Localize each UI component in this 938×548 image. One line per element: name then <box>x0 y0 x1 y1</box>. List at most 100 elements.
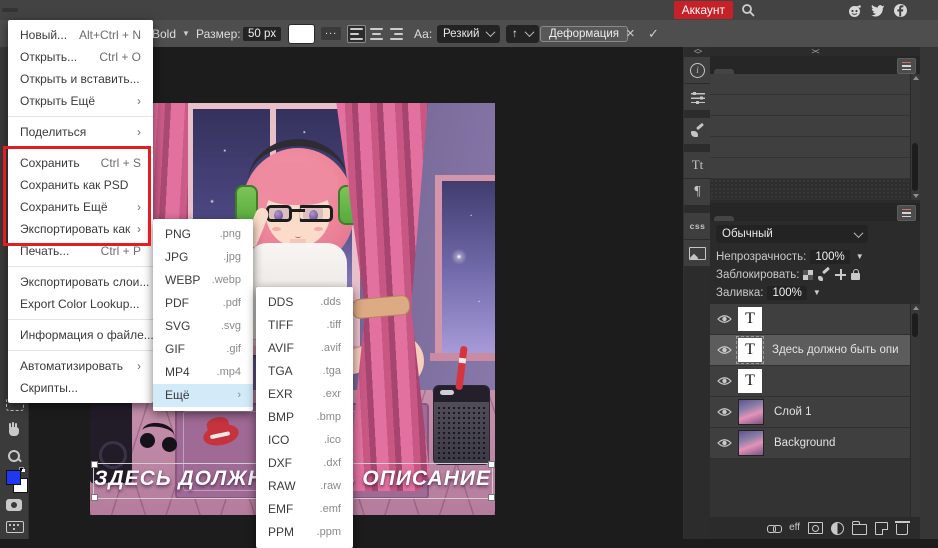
menubar-item[interactable] <box>2 8 18 12</box>
layer-row[interactable]: T <box>710 366 920 397</box>
file-menu-item[interactable]: Скрипты... <box>8 377 153 399</box>
dropdown-arrow-icon[interactable]: ▼ <box>856 252 864 261</box>
history-step[interactable] <box>710 179 920 199</box>
menubar-item[interactable] <box>66 8 82 12</box>
zoom-tool-icon[interactable] <box>6 448 22 464</box>
collapse-panels-handle[interactable]: >< <box>710 47 920 56</box>
align-left-icon[interactable] <box>347 25 366 43</box>
export-format-item[interactable]: JPG .jpg <box>153 246 253 269</box>
menubar-item[interactable] <box>50 8 66 12</box>
confirm-edit-icon[interactable]: ✓ <box>648 20 659 47</box>
panel-strip-icon[interactable] <box>684 84 711 110</box>
keyboard-shortcuts-icon[interactable] <box>6 521 24 533</box>
layer-row[interactable]: T <box>710 304 920 335</box>
reddit-icon[interactable] <box>846 2 862 18</box>
export-format-item[interactable]: ICO .ico <box>256 429 353 452</box>
file-menu-item[interactable]: Новый... Alt+Ctrl + N <box>8 24 153 46</box>
layer-thumbnail[interactable] <box>738 430 764 456</box>
export-format-item[interactable]: DXF .dxf <box>256 452 353 475</box>
history-step[interactable] <box>710 137 920 157</box>
layer-effects-icon[interactable]: eff <box>789 523 800 533</box>
panel-strip-icon[interactable]: i <box>684 57 711 83</box>
new-layer-icon[interactable] <box>875 522 888 535</box>
layer-thumbnail[interactable]: T <box>738 307 762 331</box>
file-menu-item[interactable]: Автоматизировать › <box>8 355 153 377</box>
twitter-icon[interactable] <box>869 2 885 18</box>
hand-tool-icon[interactable] <box>6 422 22 438</box>
panel-tab[interactable] <box>714 216 734 221</box>
layer-mask-icon[interactable] <box>808 522 823 534</box>
export-format-item[interactable]: Ещё › <box>153 384 253 407</box>
menubar-item[interactable] <box>130 8 146 12</box>
export-format-item[interactable]: GIF .gif <box>153 338 253 361</box>
link-layers-icon[interactable] <box>767 524 781 532</box>
export-format-item[interactable]: PPM .ppm <box>256 521 353 544</box>
lock-position-icon[interactable] <box>835 269 846 280</box>
opacity-value[interactable]: 100% <box>810 250 849 264</box>
menubar-link[interactable] <box>763 8 767 12</box>
export-format-item[interactable]: TIFF .tiff <box>256 314 353 337</box>
new-group-icon[interactable] <box>852 524 867 535</box>
file-menu-item[interactable]: Информация о файле... <box>8 324 153 346</box>
file-menu-item[interactable]: Открыть Ещё › <box>8 90 153 112</box>
panel-strip-icon[interactable] <box>684 240 711 266</box>
lock-all-icon[interactable] <box>851 273 860 280</box>
text-orientation-select[interactable]: ↑ <box>506 20 539 47</box>
history-step[interactable] <box>710 74 920 94</box>
facebook-icon[interactable] <box>892 2 908 18</box>
export-format-item[interactable]: RAW .raw <box>256 475 353 498</box>
panel-strip-icon[interactable]: ¶ <box>684 179 711 205</box>
export-format-item[interactable]: PNG .png <box>153 223 253 246</box>
panel-menu-icon[interactable] <box>897 58 916 74</box>
menubar-item[interactable] <box>82 8 98 12</box>
adjustment-layer-icon[interactable] <box>831 522 844 535</box>
account-button[interactable]: Аккаунт <box>674 1 733 19</box>
panel-tab[interactable] <box>734 216 754 221</box>
file-menu-item[interactable]: Экспортировать слои... <box>8 271 153 293</box>
menubar-item[interactable] <box>18 8 34 12</box>
panel-strip-icon[interactable]: Tt <box>684 152 711 178</box>
export-format-item[interactable]: WEBP .webp <box>153 269 253 292</box>
file-menu-item[interactable]: Поделиться › <box>8 121 153 143</box>
foreground-color-swatch[interactable] <box>6 470 21 485</box>
antialias-select[interactable]: Резкий <box>437 20 500 47</box>
layer-row[interactable]: Background <box>710 428 920 459</box>
layers-scrollbar[interactable] <box>910 304 920 527</box>
layer-thumbnail[interactable]: T <box>738 369 762 393</box>
visibility-eye-icon[interactable] <box>710 376 738 386</box>
history-scrollbar[interactable] <box>910 74 920 200</box>
menubar-link[interactable] <box>781 8 785 12</box>
more-options-button[interactable]: ... <box>321 20 341 47</box>
history-step[interactable] <box>710 116 920 136</box>
export-format-item[interactable]: TGA .tga <box>256 360 353 383</box>
layer-row[interactable]: T Здесь должно быть опи <box>710 335 920 366</box>
visibility-eye-icon[interactable] <box>710 314 738 324</box>
fill-value[interactable]: 100% <box>767 286 806 300</box>
quick-mask-icon[interactable] <box>6 499 22 511</box>
export-format-item[interactable]: AVIF .avif <box>256 337 353 360</box>
layer-thumbnail[interactable]: T <box>738 338 762 362</box>
dropdown-arrow-icon[interactable]: ▼ <box>813 288 821 297</box>
layer-row[interactable]: Слой 1 <box>710 397 920 428</box>
history-step[interactable] <box>710 95 920 115</box>
export-format-item[interactable]: SVG .svg <box>153 315 253 338</box>
menubar-item[interactable] <box>34 8 50 12</box>
lock-pixels-icon[interactable] <box>818 269 830 281</box>
export-format-item[interactable]: BMP .bmp <box>256 406 353 429</box>
panel-tab[interactable] <box>754 216 774 221</box>
lock-transparency-icon[interactable] <box>803 270 813 280</box>
delete-layer-icon[interactable] <box>896 524 908 535</box>
font-size-value[interactable]: 50 px <box>243 27 281 41</box>
color-swatches[interactable] <box>6 467 22 493</box>
file-menu-item[interactable]: Открыть... Ctrl + O <box>8 46 153 68</box>
blend-mode-select[interactable]: Обычный <box>716 225 868 243</box>
collapse-strip-handle[interactable]: <> <box>684 47 711 56</box>
search-icon[interactable] <box>740 2 756 18</box>
file-menu-item[interactable]: Export Color Lookup... <box>8 293 153 315</box>
file-menu-item[interactable]: Открыть и вставить... <box>8 68 153 90</box>
text-color-swatch[interactable] <box>288 20 315 47</box>
history-step[interactable] <box>710 158 920 178</box>
cancel-edit-icon[interactable]: × <box>626 20 635 47</box>
export-format-item[interactable]: MP4 .mp4 <box>153 361 253 384</box>
export-format-item[interactable]: DDS .dds <box>256 291 353 314</box>
